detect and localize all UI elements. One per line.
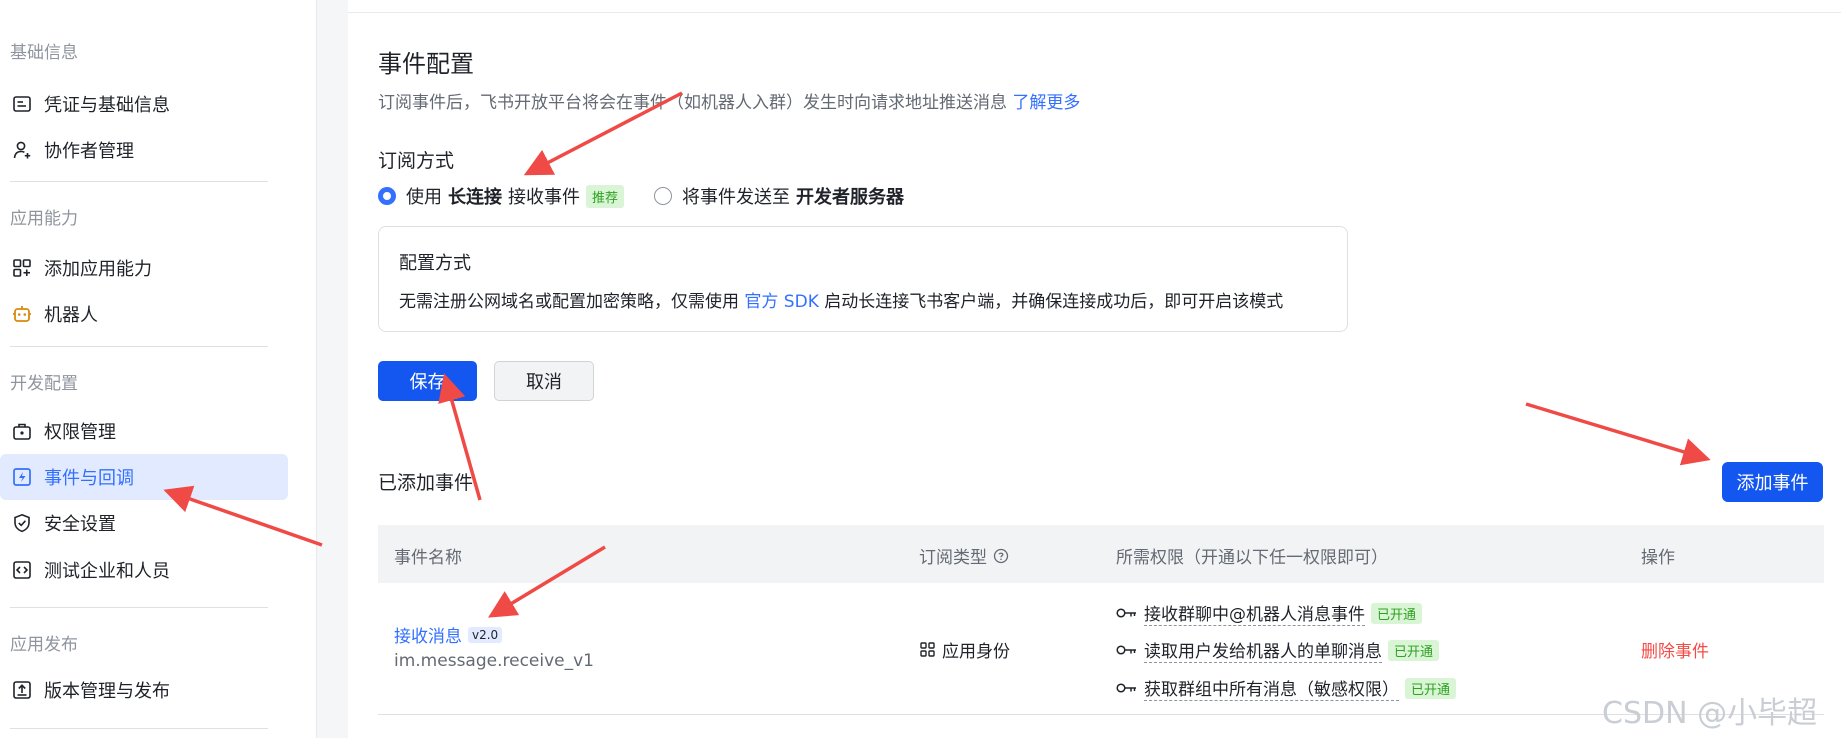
annotation-arrow xyxy=(438,373,482,501)
annotation-arrow xyxy=(163,485,323,547)
annotation-arrow xyxy=(523,91,683,176)
annotation-arrow xyxy=(1525,402,1711,466)
annotation-arrow xyxy=(488,545,606,618)
annotation-arrows xyxy=(163,91,1711,618)
